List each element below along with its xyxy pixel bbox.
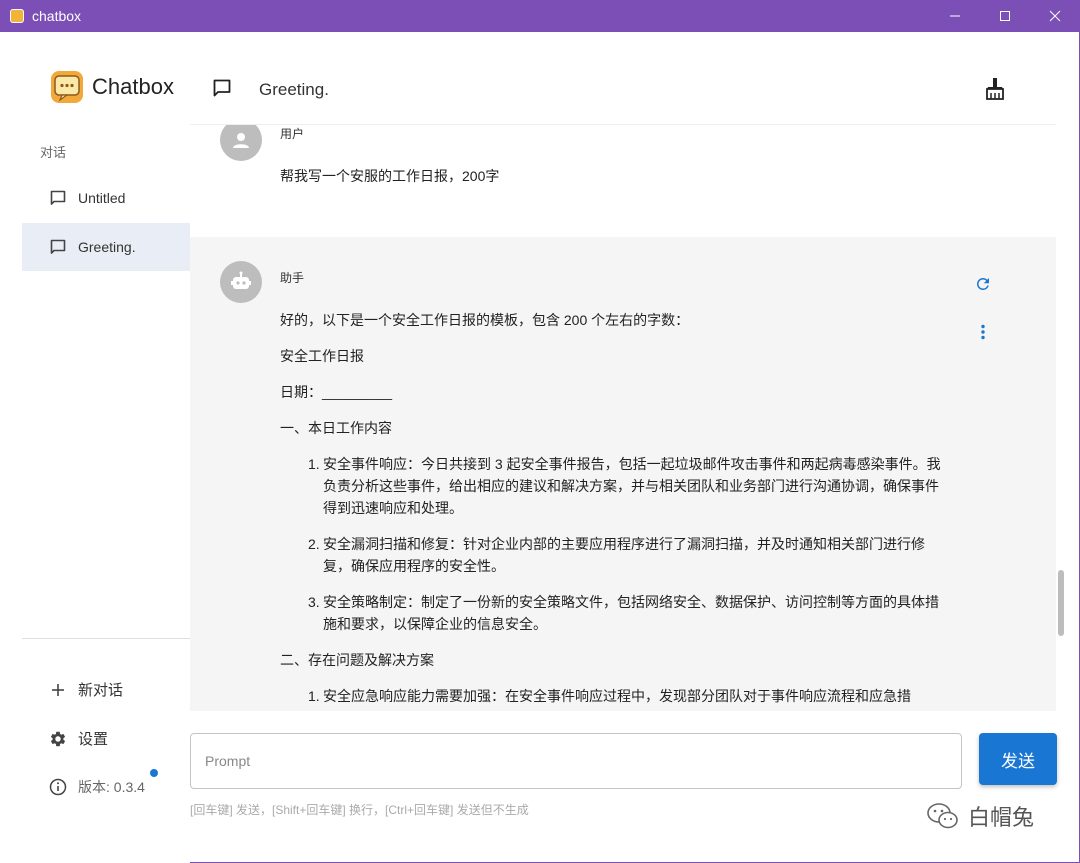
message-content: 帮我写一个安服的工作日报，200字 <box>280 165 950 187</box>
chat-title[interactable]: Greeting. <box>259 80 329 100</box>
new-chat-label: 新对话 <box>78 682 124 699</box>
section-heading: 二、存在问题及解决方案 <box>280 652 434 668</box>
user-message: 用户 帮我写一个安服的工作日报，200字 <box>190 125 1056 237</box>
window-title: chatbox <box>32 8 82 24</box>
message-role: 助手 <box>280 271 305 285</box>
scrollbar-thumb[interactable] <box>1058 570 1064 636</box>
message-content: 好的，以下是一个安全工作日报的模板，包含 200 个左右的字数： 安全工作日报 … <box>280 309 950 711</box>
issues-list: 1. 安全应急响应能力需要加强：在安全事件响应过程中，发现部分团队对于事件响应流程… <box>280 685 950 707</box>
chat-header: Greeting. <box>190 32 1079 124</box>
assistant-message: 助手 好的，以下是一个安全工作日报的模板，包含 200 个左右的字数： 安全工作… <box>190 237 1056 711</box>
chat-bubble-icon <box>48 237 68 257</box>
work-items-list: 1. 安全事件响应：今日共接到 3 起安全事件报告，包括一起垃圾邮件攻击事件和两起… <box>280 453 950 635</box>
regenerate-button[interactable] <box>972 273 994 295</box>
version-label: 版本: 0.3.4 <box>78 779 145 795</box>
list-item-text: 安全应急响应能力需要加强：在安全事件响应过程中，发现部分团队对于事件响应流程和应… <box>323 688 911 704</box>
keyboard-hint: [回车键] 发送，[Shift+回车键] 换行，[Ctrl+回车键] 发送但不生… <box>190 803 529 817</box>
gear-icon <box>48 729 68 749</box>
sidebar: Chatbox 对话 Untitled Greeting. 新对话 设置 版本:… <box>0 32 190 863</box>
window-controls <box>930 0 1080 32</box>
report-title: 安全工作日报 <box>280 348 364 364</box>
section-heading: 一、本日工作内容 <box>280 420 392 436</box>
list-item: 2. 安全漏洞扫描和修复：针对企业内部的主要应用程序进行了漏洞扫描，并及时通知相关… <box>308 536 925 574</box>
list-item: 1. 安全应急响应能力需要加强：在安全事件响应过程中，发现部分团队对于事件响应流程… <box>308 688 911 704</box>
message-list[interactable]: 用户 帮我写一个安服的工作日报，200字 助手 好的，以下是一个安全工作日报的模… <box>190 124 1056 711</box>
chatbox-logo-icon <box>51 71 83 103</box>
message-scrollbar[interactable] <box>1056 124 1066 711</box>
brand: Chatbox <box>50 70 174 104</box>
conversations-label: 对话 <box>40 145 67 160</box>
broom-icon[interactable] <box>984 77 1006 101</box>
close-button[interactable] <box>1030 0 1080 32</box>
close-icon <box>1049 10 1061 22</box>
minimize-button[interactable] <box>930 0 980 32</box>
chat-bubble-icon <box>48 188 68 208</box>
watermark-text: 白帽兔 <box>968 805 1035 830</box>
conversation-item-greeting[interactable]: Greeting. <box>22 223 190 271</box>
sidebar-divider <box>22 638 190 639</box>
list-item: 1. 安全事件响应：今日共接到 3 起安全事件报告，包括一起垃圾邮件攻击事件和两起… <box>308 456 941 516</box>
list-item-text: 安全漏洞扫描和修复：针对企业内部的主要应用程序进行了漏洞扫描，并及时通知相关部门… <box>323 536 925 574</box>
maximize-icon <box>1000 11 1010 21</box>
date-line: 日期：_________ <box>280 384 393 400</box>
info-icon <box>48 777 68 797</box>
prompt-input[interactable] <box>190 733 962 789</box>
maximize-button[interactable] <box>980 0 1030 32</box>
title-bar: chatbox <box>0 0 1080 32</box>
settings-label: 设置 <box>78 731 109 748</box>
intro-paragraph: 好的，以下是一个安全工作日报的模板，包含 200 个左右的字数： <box>280 312 690 328</box>
minimize-icon <box>950 15 960 17</box>
person-icon <box>233 133 249 148</box>
user-avatar <box>220 125 262 161</box>
brand-name: Chatbox <box>92 74 174 99</box>
update-badge <box>150 769 158 777</box>
refresh-icon <box>977 278 989 290</box>
list-item-text: 安全策略制定：制定了一份新的安全策略文件，包括网络安全、数据保护、访问控制等方面… <box>323 594 939 632</box>
chat-bubble-icon <box>213 79 231 97</box>
more-vertical-icon <box>981 324 985 340</box>
message-tools <box>972 273 996 369</box>
plus-icon <box>48 680 68 700</box>
app-icon <box>10 9 24 23</box>
conversation-label: Untitled <box>78 190 126 206</box>
send-button[interactable]: 发送 <box>979 733 1057 785</box>
wechat-icon <box>927 803 958 829</box>
watermark: 白帽兔 <box>926 800 1034 832</box>
new-chat-button[interactable]: 新对话 <box>48 679 123 700</box>
more-options-button[interactable] <box>972 321 994 343</box>
settings-button[interactable]: 设置 <box>48 728 108 749</box>
list-item: 3. 安全策略制定：制定了一份新的安全策略文件，包括网络安全、数据保护、访问控制等… <box>308 594 939 632</box>
message-role: 用户 <box>280 127 305 141</box>
message-text: 帮我写一个安服的工作日报，200字 <box>280 168 500 184</box>
version-info[interactable]: 版本: 0.3.4 <box>48 769 158 797</box>
list-item-text: 安全事件响应：今日共接到 3 起安全事件报告，包括一起垃圾邮件攻击事件和两起病毒… <box>323 456 941 516</box>
assistant-avatar <box>220 261 262 303</box>
conversation-item-untitled[interactable]: Untitled <box>22 174 190 222</box>
conversation-label: Greeting. <box>78 239 136 255</box>
robot-icon <box>231 271 251 289</box>
